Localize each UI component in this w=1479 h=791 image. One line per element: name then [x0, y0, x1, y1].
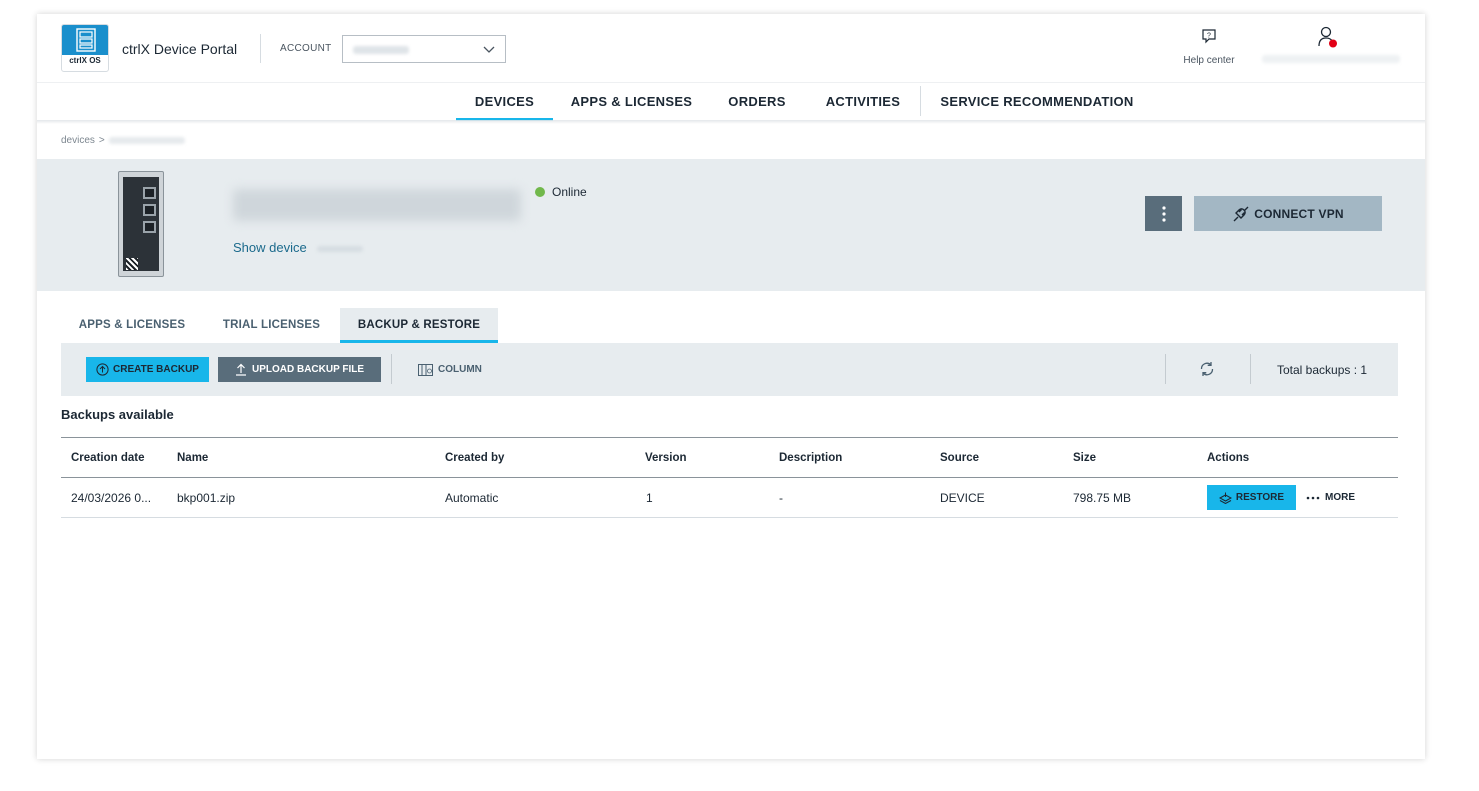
connect-vpn-button[interactable]: CONNECT VPN: [1194, 196, 1382, 231]
column-label: COLUMN: [438, 364, 482, 375]
upload-backup-button[interactable]: UPLOAD BACKUP FILE: [218, 357, 381, 382]
create-backup-button[interactable]: CREATE BACKUP: [86, 357, 209, 382]
restore-label: RESTORE: [1235, 492, 1285, 503]
tab-backup-restore[interactable]: BACKUP & RESTORE: [340, 308, 498, 343]
main-nav: DEVICES APPS & LICENSES ORDERS ACTIVITIE…: [37, 82, 1425, 122]
ctrlx-logo[interactable]: ctrlX OS: [61, 24, 109, 72]
toolbar-separator: [1165, 354, 1166, 384]
cell-description: -: [779, 490, 783, 505]
more-dots-icon: [1306, 496, 1320, 499]
status-online-dot: [535, 187, 545, 197]
notification-dot: [1329, 39, 1337, 48]
breadcrumb-device-redacted: [108, 136, 185, 144]
toolbar-separator: [391, 354, 392, 384]
chevron-down-icon: [483, 46, 495, 53]
cell-created-by: Automatic: [445, 490, 499, 505]
app-window: ctrlX OS ctrlX Device Portal ACCOUNT ? H…: [37, 14, 1425, 759]
create-backup-label: CREATE BACKUP: [113, 364, 199, 375]
cell-source: DEVICE: [940, 490, 985, 505]
svg-text:?: ?: [1207, 33, 1211, 40]
table-header: Creation date Name Created by Version De…: [61, 437, 1398, 478]
app-title: ctrlX Device Portal: [122, 41, 238, 57]
nav-devices[interactable]: DEVICES: [456, 83, 553, 121]
toolbar-separator: [1250, 354, 1251, 384]
nav-service-recommendation[interactable]: SERVICE RECOMMENDATION: [937, 83, 1137, 121]
cell-name: bkp001.zip: [177, 490, 236, 505]
refresh-button[interactable]: [1198, 360, 1216, 383]
restore-icon: [1218, 492, 1232, 504]
breadcrumb: devices >: [61, 135, 185, 146]
kebab-icon: [1161, 205, 1166, 222]
device-name-redacted: [233, 189, 521, 221]
column-button[interactable]: COLUMN: [418, 357, 482, 382]
nav-shadow: [37, 120, 1425, 124]
col-version[interactable]: Version: [645, 438, 687, 477]
nav-activities[interactable]: ACTIVITIES: [820, 83, 906, 121]
header: ctrlX OS ctrlX Device Portal ACCOUNT ? H…: [37, 14, 1425, 82]
tab-apps-licenses[interactable]: APPS & LICENSES: [61, 308, 203, 343]
user-menu[interactable]: [1317, 26, 1339, 55]
col-size[interactable]: Size: [1073, 438, 1096, 477]
logo-emblem: [62, 25, 108, 55]
device-status: Online: [552, 185, 587, 199]
help-center-button[interactable]: ? Help center: [1180, 28, 1238, 66]
help-icon: ?: [1202, 29, 1216, 44]
col-created-by[interactable]: Created by: [445, 438, 504, 477]
breadcrumb-devices[interactable]: devices: [61, 135, 95, 146]
more-label: MORE: [1325, 492, 1355, 503]
logo-text: ctrlX OS: [69, 56, 101, 65]
upload-icon: [235, 363, 246, 376]
help-center-label: Help center: [1183, 55, 1235, 66]
plug-icon: [1233, 206, 1249, 221]
total-backups: Total backups : 1: [1277, 363, 1368, 377]
user-name-redacted: [1262, 55, 1400, 63]
section-title: Backups available: [61, 407, 174, 422]
col-source[interactable]: Source: [940, 438, 979, 477]
cell-size: 798.75 MB: [1073, 490, 1132, 505]
backups-table: Creation date Name Created by Version De…: [61, 437, 1398, 518]
col-name[interactable]: Name: [177, 438, 208, 477]
header-divider: [260, 34, 261, 63]
col-creation-date[interactable]: Creation date: [71, 438, 145, 477]
cell-actions: RESTORE MORE: [1207, 478, 1355, 517]
upload-backup-label: UPLOAD BACKUP FILE: [251, 364, 365, 375]
table-row[interactable]: 24/03/2026 0... bkp001.zip Automatic 1 -…: [61, 478, 1398, 518]
more-button[interactable]: MORE: [1306, 492, 1355, 503]
user-icon: [1318, 26, 1337, 48]
show-device-suffix-redacted: [317, 246, 363, 252]
backup-toolbar: CREATE BACKUP UPLOAD BACKUP FILE COLUMN: [61, 343, 1398, 396]
nav-separator: [920, 86, 921, 116]
col-description[interactable]: Description: [779, 438, 842, 477]
account-label: ACCOUNT: [280, 43, 332, 54]
cell-creation-date: 24/03/2026 0...: [71, 490, 152, 505]
breadcrumb-separator: >: [98, 135, 105, 146]
upload-circle-icon: [96, 363, 109, 376]
cell-version: 1: [646, 490, 653, 505]
columns-icon: [418, 363, 433, 376]
nav-orders[interactable]: ORDERS: [722, 83, 792, 121]
restore-button[interactable]: RESTORE: [1207, 485, 1296, 510]
device-image: [118, 171, 164, 277]
nav-apps-licenses[interactable]: APPS & LICENSES: [566, 83, 697, 121]
account-select[interactable]: [342, 35, 506, 63]
refresh-icon: [1200, 362, 1214, 376]
col-actions: Actions: [1207, 451, 1250, 464]
device-more-button[interactable]: [1145, 196, 1182, 231]
account-value-redacted: [353, 46, 409, 54]
show-device-link[interactable]: Show device: [233, 240, 307, 255]
connect-vpn-label: CONNECT VPN: [1254, 206, 1344, 221]
tab-trial-licenses[interactable]: TRIAL LICENSES: [207, 308, 336, 343]
